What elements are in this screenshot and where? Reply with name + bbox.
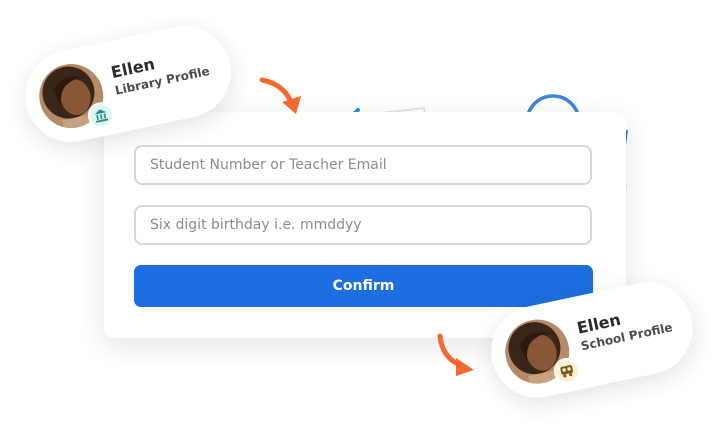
orange-arrow-top-icon (259, 77, 301, 114)
profile-text: Ellen School Profile (575, 300, 674, 355)
profile-text: Ellen Library Profile (109, 43, 211, 98)
orange-arrow-bottom-icon (437, 333, 474, 376)
